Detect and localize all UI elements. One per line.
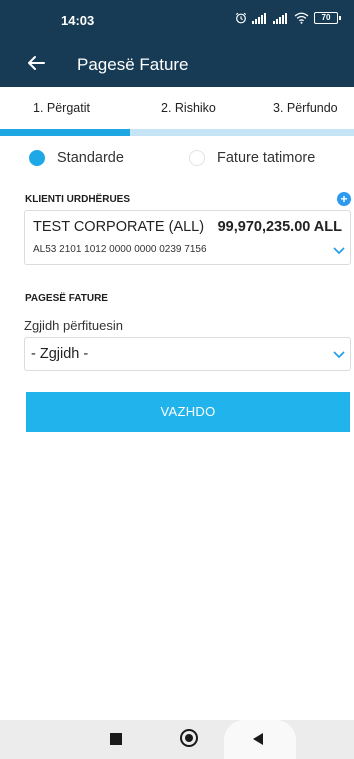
radio-standard[interactable]: Standarde xyxy=(29,150,124,166)
step-tabs: 1. Përgatit 2. Rishiko 3. Përfundo xyxy=(0,87,354,132)
app-bar: 14:03 70 Pagesë Fature xyxy=(0,0,354,87)
step-progress-bar xyxy=(0,129,354,136)
status-time: 14:03 xyxy=(61,13,95,28)
alarm-icon xyxy=(235,12,247,24)
status-icons: 70 xyxy=(235,12,341,24)
beneficiary-label: Zgjidh përfituesin xyxy=(24,318,123,333)
tab-step-review[interactable]: 2. Rishiko xyxy=(161,101,216,115)
step-progress-fill xyxy=(0,129,130,136)
back-triangle-icon xyxy=(253,733,263,745)
radio-standard-label: Standarde xyxy=(57,150,124,166)
system-nav-bar xyxy=(0,720,354,759)
invoice-payment-label: PAGESË FATURE xyxy=(25,293,108,304)
plus-circle-icon[interactable]: + xyxy=(337,192,351,206)
signal-icon-2 xyxy=(273,12,287,24)
beneficiary-select-value: - Zgjidh - xyxy=(31,346,89,362)
back-arrow-icon[interactable] xyxy=(25,52,47,74)
battery-icon: 70 xyxy=(314,12,341,24)
account-iban: AL53 2101 1012 0000 0000 0239 7156 xyxy=(33,244,207,255)
chevron-down-icon xyxy=(333,247,345,255)
radio-tax-invoice[interactable]: Fature tatimore xyxy=(189,150,315,166)
signal-icon xyxy=(252,12,266,24)
radio-standard-dot[interactable] xyxy=(29,150,45,166)
account-name: TEST CORPORATE (ALL) xyxy=(33,219,205,235)
wifi-icon xyxy=(294,12,309,24)
beneficiary-select[interactable]: - Zgjidh - xyxy=(24,337,351,371)
system-back-button[interactable] xyxy=(224,720,296,759)
page-title: Pagesë Fature xyxy=(77,55,189,74)
home-icon[interactable] xyxy=(180,729,198,747)
radio-tax-invoice-dot[interactable] xyxy=(189,150,205,166)
account-balance: 99,970,235.00 ALL xyxy=(217,219,342,235)
tab-step-finish[interactable]: 3. Përfundo xyxy=(273,101,338,115)
recents-icon[interactable] xyxy=(110,733,122,745)
ordering-client-label: KLIENTI URDHËRUES xyxy=(25,194,131,205)
tab-step-prepare[interactable]: 1. Përgatit xyxy=(33,101,90,115)
chevron-down-icon xyxy=(333,351,345,359)
account-selector[interactable]: TEST CORPORATE (ALL) 99,970,235.00 ALL A… xyxy=(24,210,351,265)
status-bar: 14:03 70 xyxy=(0,0,354,40)
radio-tax-invoice-label: Fature tatimore xyxy=(217,150,316,166)
continue-button[interactable]: VAZHDO xyxy=(26,392,350,432)
